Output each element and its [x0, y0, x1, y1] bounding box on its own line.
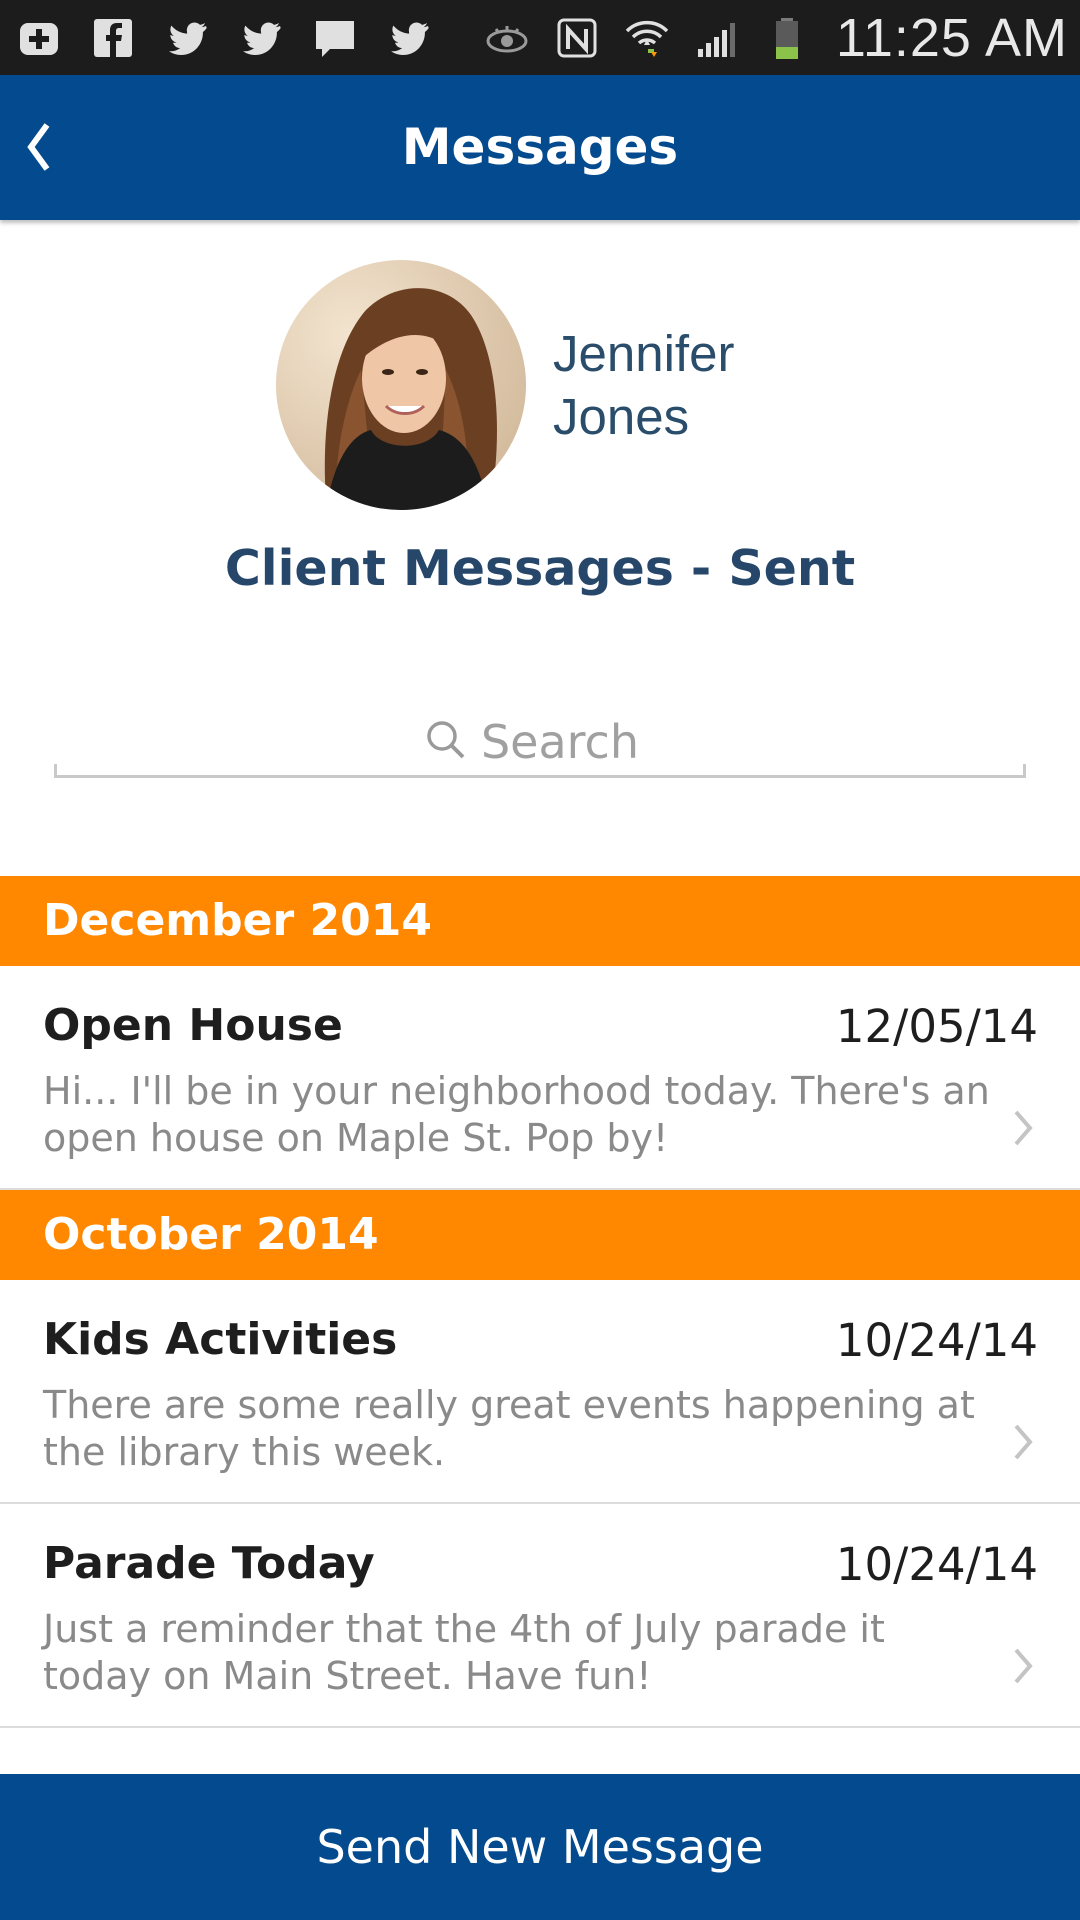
client-first-name: Jennifer [553, 325, 735, 382]
app-bar: Messages [0, 75, 1080, 220]
facebook-icon [88, 13, 138, 63]
signal-icon [692, 13, 742, 63]
search-input[interactable] [54, 708, 1026, 778]
search-icon [427, 721, 465, 759]
message-date: 10/24/14 [835, 1314, 1038, 1367]
message-title: Open House [43, 1000, 343, 1051]
search-edge [54, 764, 57, 778]
client-name: Jennifer Jones [553, 322, 853, 448]
messages-heading: Client Messages - Sent [224, 540, 856, 597]
client-last-name: Jones [553, 388, 690, 445]
twitter-icon [236, 13, 286, 63]
wifi-icon [622, 13, 672, 63]
system-icons: 11:25 AM [482, 0, 1068, 75]
page-title: Messages [401, 118, 679, 176]
message-title: Kids Activities [43, 1314, 398, 1365]
message-item-open-house[interactable]: Open House 12/05/14 Hi... I'll be in you… [0, 966, 1080, 1190]
month-header-october: October 2014 [0, 1190, 1080, 1280]
month-header-december: December 2014 [0, 876, 1080, 966]
twitter-icon [162, 13, 212, 63]
battery-icon [762, 13, 812, 63]
message-icon [310, 13, 360, 63]
eye-icon [482, 13, 532, 63]
message-date: 12/05/14 [835, 1000, 1038, 1053]
message-preview: Just a reminder that the 4th of July par… [43, 1607, 885, 1698]
chevron-right-icon [1014, 1110, 1033, 1146]
add-box-icon [14, 13, 64, 63]
message-date: 10/24/14 [835, 1538, 1038, 1591]
status-time: 11:25 AM [835, 7, 1068, 68]
status-bar: 11:25 AM [0, 0, 1080, 75]
notification-icons [14, 0, 434, 75]
chevron-right-icon [1014, 1648, 1033, 1684]
nfc-icon [552, 13, 602, 63]
avatar [276, 260, 526, 510]
message-preview: There are some really great events happe… [43, 1383, 975, 1474]
message-item-kids-activities[interactable]: Kids Activities 10/24/14 There are some … [0, 1280, 1080, 1504]
message-preview: Hi... I'll be in your neighborhood today… [43, 1069, 990, 1160]
chevron-right-icon [1014, 1424, 1033, 1460]
message-item-parade-today[interactable]: Parade Today 10/24/14 Just a reminder th… [0, 1504, 1080, 1728]
search-bar [54, 708, 1026, 778]
twitter-icon [384, 13, 434, 63]
send-new-message-button[interactable]: Send New Message [0, 1774, 1080, 1920]
search-edge [1023, 764, 1026, 778]
message-title: Parade Today [43, 1538, 375, 1589]
